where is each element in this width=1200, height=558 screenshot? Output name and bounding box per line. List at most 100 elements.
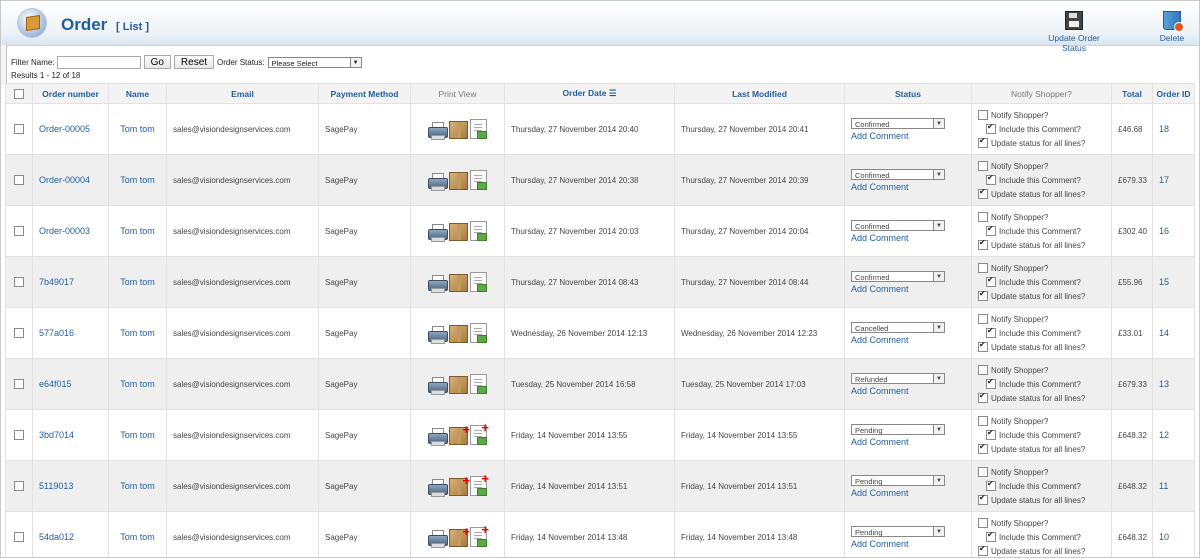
invoice-icon[interactable] xyxy=(470,119,487,139)
order-id-link[interactable]: 15 xyxy=(1159,277,1169,287)
customer-name-link[interactable]: Tom tom xyxy=(120,277,155,287)
include-comment-checkbox[interactable] xyxy=(986,173,996,185)
package-icon[interactable] xyxy=(449,223,468,241)
package-icon[interactable] xyxy=(449,376,468,394)
include-comment-checkbox[interactable] xyxy=(986,530,996,542)
notify-shopper-checkbox[interactable] xyxy=(978,416,988,426)
delete-button[interactable]: Delete xyxy=(1158,11,1186,43)
include-comment-checkbox[interactable] xyxy=(986,326,996,338)
collapse-handle[interactable] xyxy=(1,45,7,85)
printer-icon[interactable] xyxy=(428,224,448,242)
reset-button[interactable]: Reset xyxy=(173,55,215,69)
notify-shopper-checkbox[interactable] xyxy=(978,467,988,477)
include-comment-checkbox[interactable] xyxy=(986,224,996,236)
customer-name-link[interactable]: Tom tom xyxy=(120,430,155,440)
order-id-link[interactable]: 10 xyxy=(1159,532,1169,542)
update-all-lines-checkbox[interactable] xyxy=(978,493,988,505)
notify-shopper-checkbox[interactable] xyxy=(978,263,988,273)
order-number-link[interactable]: 54da012 xyxy=(39,532,74,542)
package-icon[interactable] xyxy=(449,274,468,292)
order-number-link[interactable]: 577a016 xyxy=(39,328,74,338)
update-all-lines-checkbox[interactable] xyxy=(978,391,988,403)
invoice-icon[interactable]: + xyxy=(470,472,489,496)
col-email[interactable]: Email xyxy=(166,83,319,104)
col-order-id[interactable]: Order ID xyxy=(1152,83,1195,104)
package-icon[interactable] xyxy=(449,325,468,343)
printer-icon[interactable] xyxy=(428,479,448,497)
col-last-modified[interactable]: Last Modified xyxy=(674,83,845,104)
row-checkbox[interactable] xyxy=(14,532,24,542)
status-select[interactable]: Confirmed ▼ xyxy=(851,168,945,180)
order-id-link[interactable]: 13 xyxy=(1159,379,1169,389)
row-checkbox[interactable] xyxy=(14,277,24,287)
invoice-icon[interactable] xyxy=(470,272,487,292)
package-icon[interactable]: + xyxy=(449,474,470,496)
row-checkbox[interactable] xyxy=(14,481,24,491)
order-number-link[interactable]: Order-00004 xyxy=(39,175,90,185)
invoice-icon[interactable] xyxy=(470,374,487,394)
order-id-link[interactable]: 11 xyxy=(1159,481,1168,491)
customer-name-link[interactable]: Tom tom xyxy=(120,481,155,491)
package-icon[interactable]: + xyxy=(449,423,470,445)
add-comment-link[interactable]: Add Comment xyxy=(851,284,909,294)
order-number-link[interactable]: 3bd7014 xyxy=(39,430,74,440)
update-all-lines-checkbox[interactable] xyxy=(978,187,988,199)
include-comment-checkbox[interactable] xyxy=(986,479,996,491)
status-select[interactable]: Pending ▼ xyxy=(851,525,945,537)
order-number-link[interactable]: 5119013 xyxy=(39,481,73,491)
col-payment-method[interactable]: Payment Method xyxy=(318,83,411,104)
status-select[interactable]: Cancelled ▼ xyxy=(851,321,945,333)
status-select[interactable]: Pending ▼ xyxy=(851,474,945,486)
add-comment-link[interactable]: Add Comment xyxy=(851,131,909,141)
status-select[interactable]: Pending ▼ xyxy=(851,423,945,435)
include-comment-checkbox[interactable] xyxy=(986,275,996,287)
notify-shopper-checkbox[interactable] xyxy=(978,110,988,120)
customer-name-link[interactable]: Tom tom xyxy=(120,226,155,236)
invoice-icon[interactable]: + xyxy=(470,523,489,547)
notify-shopper-checkbox[interactable] xyxy=(978,314,988,324)
row-checkbox[interactable] xyxy=(14,124,24,134)
order-number-link[interactable]: Order-00005 xyxy=(39,124,90,134)
status-select[interactable]: Refunded ▼ xyxy=(851,372,945,384)
customer-name-link[interactable]: Tom tom xyxy=(120,379,155,389)
order-id-link[interactable]: 14 xyxy=(1159,328,1169,338)
col-name[interactable]: Name xyxy=(108,83,167,104)
row-checkbox[interactable] xyxy=(14,226,24,236)
customer-name-link[interactable]: Tom tom xyxy=(120,124,155,134)
printer-icon[interactable] xyxy=(428,530,448,548)
invoice-icon[interactable] xyxy=(470,221,487,241)
add-comment-link[interactable]: Add Comment xyxy=(851,182,909,192)
update-order-status-button[interactable]: Update Order Status xyxy=(1037,11,1111,53)
order-id-link[interactable]: 18 xyxy=(1159,124,1169,134)
order-id-link[interactable]: 17 xyxy=(1159,175,1169,185)
order-number-link[interactable]: 7b49017 xyxy=(39,277,74,287)
add-comment-link[interactable]: Add Comment xyxy=(851,386,909,396)
col-order-date[interactable]: Order Date ☰ xyxy=(504,83,675,104)
filter-name-input[interactable] xyxy=(56,55,141,69)
status-select[interactable]: Confirmed ▼ xyxy=(851,219,945,231)
update-all-lines-checkbox[interactable] xyxy=(978,136,988,148)
printer-icon[interactable] xyxy=(428,377,448,395)
add-comment-link[interactable]: Add Comment xyxy=(851,437,909,447)
printer-icon[interactable] xyxy=(428,275,448,293)
package-icon[interactable] xyxy=(449,121,468,139)
add-comment-link[interactable]: Add Comment xyxy=(851,488,909,498)
include-comment-checkbox[interactable] xyxy=(986,428,996,440)
notify-shopper-checkbox[interactable] xyxy=(978,212,988,222)
col-order-number[interactable]: Order number xyxy=(32,83,109,104)
order-id-link[interactable]: 16 xyxy=(1159,226,1169,236)
row-checkbox[interactable] xyxy=(14,175,24,185)
notify-shopper-checkbox[interactable] xyxy=(978,161,988,171)
printer-icon[interactable] xyxy=(428,122,448,140)
col-status[interactable]: Status xyxy=(844,83,972,104)
col-total[interactable]: Total xyxy=(1111,83,1153,104)
add-comment-link[interactable]: Add Comment xyxy=(851,539,909,549)
package-icon[interactable] xyxy=(449,172,468,190)
notify-shopper-checkbox[interactable] xyxy=(978,518,988,528)
customer-name-link[interactable]: Tom tom xyxy=(120,532,155,542)
order-number-link[interactable]: e64f015 xyxy=(39,379,72,389)
printer-icon[interactable] xyxy=(428,173,448,191)
order-number-link[interactable]: Order-00003 xyxy=(39,226,90,236)
order-status-select[interactable]: Please Select ▼ xyxy=(267,56,362,68)
invoice-icon[interactable]: + xyxy=(470,421,489,445)
